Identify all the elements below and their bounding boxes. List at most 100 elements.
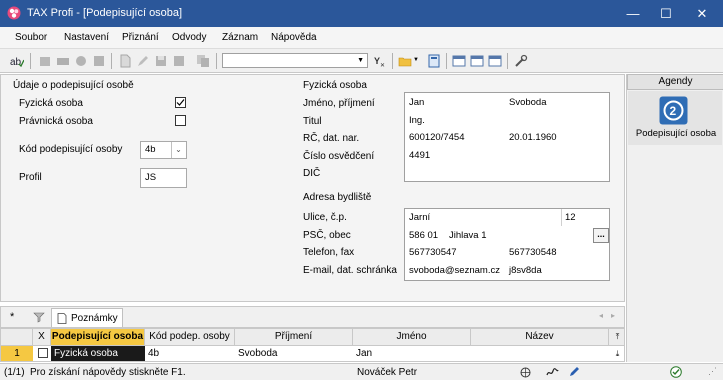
chevron-down-icon[interactable]: ▼ [357, 57, 364, 64]
scroll-top-icon[interactable]: ⤒ [611, 329, 624, 345]
cp-input[interactable]: 12 [565, 212, 576, 223]
ulice-input[interactable]: Jarní [409, 212, 430, 223]
filter-clear-icon[interactable]: Y ✕ [373, 54, 387, 68]
row-prijmeni[interactable]: Svoboda [235, 346, 353, 361]
checkmark-icon [176, 99, 185, 106]
profil-input[interactable]: JS [140, 168, 187, 188]
psc-input[interactable]: 586 01 [409, 230, 438, 241]
rc-input[interactable]: 600120/7454 [409, 132, 464, 143]
status-hint: Pro získání nápovědy stiskněte F1. [30, 367, 186, 378]
chevron-down-icon[interactable]: ⌄ [171, 142, 185, 158]
save-all-icon[interactable] [172, 54, 186, 68]
jmeno-input[interactable]: Jan [409, 97, 424, 108]
telefon-input[interactable]: 567730547 [409, 247, 457, 258]
new-record-star-icon[interactable]: * [10, 311, 14, 323]
row-jmeno[interactable]: Jan [353, 346, 471, 361]
grid-header-nazev[interactable]: Název [471, 329, 609, 345]
status-bar: (1/1) Pro získání nápovědy stiskněte F1.… [0, 363, 723, 380]
spell-check-icon[interactable]: ab [10, 54, 24, 68]
filter-icon[interactable] [33, 311, 45, 323]
close-button[interactable]: ✕ [679, 0, 723, 27]
toolbar-separator [446, 53, 447, 69]
grid-header-prijmeni[interactable]: Příjmení [235, 329, 353, 345]
grid-header-x[interactable]: X [33, 329, 51, 345]
kod-podepisujici-select[interactable]: 4b ⌄ [140, 141, 187, 159]
toolbar-separator [111, 53, 112, 69]
datova-schranka-input[interactable]: j8sv8da [509, 265, 542, 276]
address-fields-box: Jarní 12 586 01 Jihlava 1 567730547 5677… [404, 208, 610, 281]
agenda-item-label: Podepisující osoba [635, 128, 717, 139]
prijmeni-input[interactable]: Svoboda [509, 97, 547, 108]
menu-napoveda[interactable]: Nápověda [271, 32, 317, 43]
form-icon-2[interactable] [470, 54, 484, 68]
toolbar-separator [392, 53, 393, 69]
svg-text:ab: ab [10, 57, 22, 68]
ok-check-icon[interactable] [670, 366, 682, 378]
record-tabs: * Poznámky ◂ ▸ [0, 306, 625, 328]
email-input[interactable]: svoboda@seznam.cz [409, 265, 500, 276]
agenda-header: Agendy [627, 74, 723, 90]
row-nazev[interactable] [471, 346, 609, 361]
form-panel: Údaje o podepisující osobě Fyzická osoba… [0, 74, 625, 302]
open-folder-icon[interactable] [398, 54, 412, 68]
cislo-osvedceni-input[interactable]: 4491 [409, 150, 430, 161]
save-icon[interactable] [154, 54, 168, 68]
tools-icon[interactable] [514, 54, 528, 68]
folder-dropdown-icon[interactable]: ▼ [413, 57, 419, 63]
record-search-combo[interactable]: ▼ [222, 53, 368, 68]
scroll-bottom-icon[interactable]: ⤓ [611, 346, 624, 361]
toolbar: ab ▼ Y ✕ ▼ [0, 49, 723, 73]
toolbar-separator [507, 53, 508, 69]
tax-profi-logo-icon [7, 6, 21, 20]
rc-dat-nar-label: RČ, dat. nar. [303, 133, 360, 144]
section-title-fyzicka: Fyzická osoba [303, 80, 367, 91]
grid-header-jmeno[interactable]: Jméno [353, 329, 471, 345]
row-x-checkbox[interactable] [38, 348, 48, 358]
copy-icon[interactable] [196, 54, 210, 68]
menu-zaznam[interactable]: Záznam [222, 32, 258, 43]
tab-poznamky[interactable]: Poznámky [51, 308, 123, 327]
psc-obec-label: PSČ, obec [303, 230, 351, 241]
resize-grip-icon[interactable]: ⋰ [708, 366, 717, 377]
note-icon [57, 313, 67, 324]
obec-browse-button[interactable]: ... [593, 228, 609, 243]
menu-soubor[interactable]: Soubor [15, 32, 47, 43]
fax-input[interactable]: 567730548 [509, 247, 557, 258]
pravnicka-osoba-checkbox[interactable] [175, 115, 186, 126]
menu-priznani[interactable]: Přiznání [122, 32, 159, 43]
svg-text:2: 2 [670, 104, 677, 118]
form-icon-1[interactable] [452, 54, 466, 68]
kod-podepisujici-label: Kód podepisující osoby [19, 144, 123, 155]
grid-header-kod[interactable]: Kód podep. osoby [145, 329, 235, 345]
calculator-icon[interactable] [427, 54, 441, 68]
new-document-icon[interactable] [118, 54, 132, 68]
globe-icon[interactable] [520, 367, 531, 378]
edit-icon[interactable] [136, 54, 150, 68]
status-record-count: (1/1) [4, 367, 25, 378]
dat-nar-input[interactable]: 20.01.1960 [509, 132, 557, 143]
titul-input[interactable]: Ing. [409, 115, 425, 126]
tool-icon-1[interactable] [38, 54, 52, 68]
tool-icon-3[interactable] [74, 54, 88, 68]
pen-icon[interactable] [568, 366, 580, 378]
tab-poznamky-label: Poznámky [71, 313, 118, 324]
menu-bar: Soubor Nastavení Přiznání Odvody Záznam … [0, 27, 723, 49]
obec-input[interactable]: Jihlava 1 [449, 230, 487, 241]
email-schranka-label: E-mail, dat. schránka [303, 265, 397, 276]
agenda-item-podepisujici[interactable]: 2 Podepisující osoba [628, 91, 722, 145]
row-number: 1 [1, 346, 33, 361]
grid-header-podepisujici-osoba[interactable]: Podepisující osoba [51, 329, 145, 345]
table-row[interactable]: 1 Fyzická osoba 4b Svoboda Jan ⤓ [0, 346, 625, 362]
scroll-left-icon[interactable]: ◂ [599, 311, 603, 320]
menu-odvody[interactable]: Odvody [172, 32, 206, 43]
tool-icon-4[interactable] [92, 54, 106, 68]
signature-icon[interactable] [546, 367, 559, 378]
menu-nastaveni[interactable]: Nastavení [64, 32, 109, 43]
fyzicka-osoba-checkbox[interactable] [175, 97, 186, 108]
tool-icon-2[interactable] [56, 54, 70, 68]
row-podepisujici-osoba[interactable]: Fyzická osoba [51, 346, 145, 361]
form-icon-3[interactable] [488, 54, 502, 68]
status-user: Nováček Petr [357, 367, 418, 378]
row-kod[interactable]: 4b [145, 346, 235, 361]
scroll-right-icon[interactable]: ▸ [611, 311, 615, 320]
